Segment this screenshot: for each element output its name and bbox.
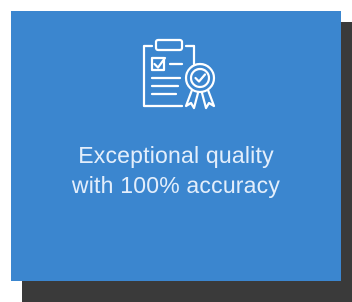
feature-caption: Exceptional quality with 100% accuracy [0, 140, 352, 200]
caption-line-1: Exceptional quality [78, 142, 274, 168]
caption-line-2: with 100% accuracy [71, 172, 281, 198]
checklist-clipboard-certificate-icon [132, 36, 222, 110]
feature-tile: Exceptional quality with 100% accuracy [0, 0, 352, 302]
